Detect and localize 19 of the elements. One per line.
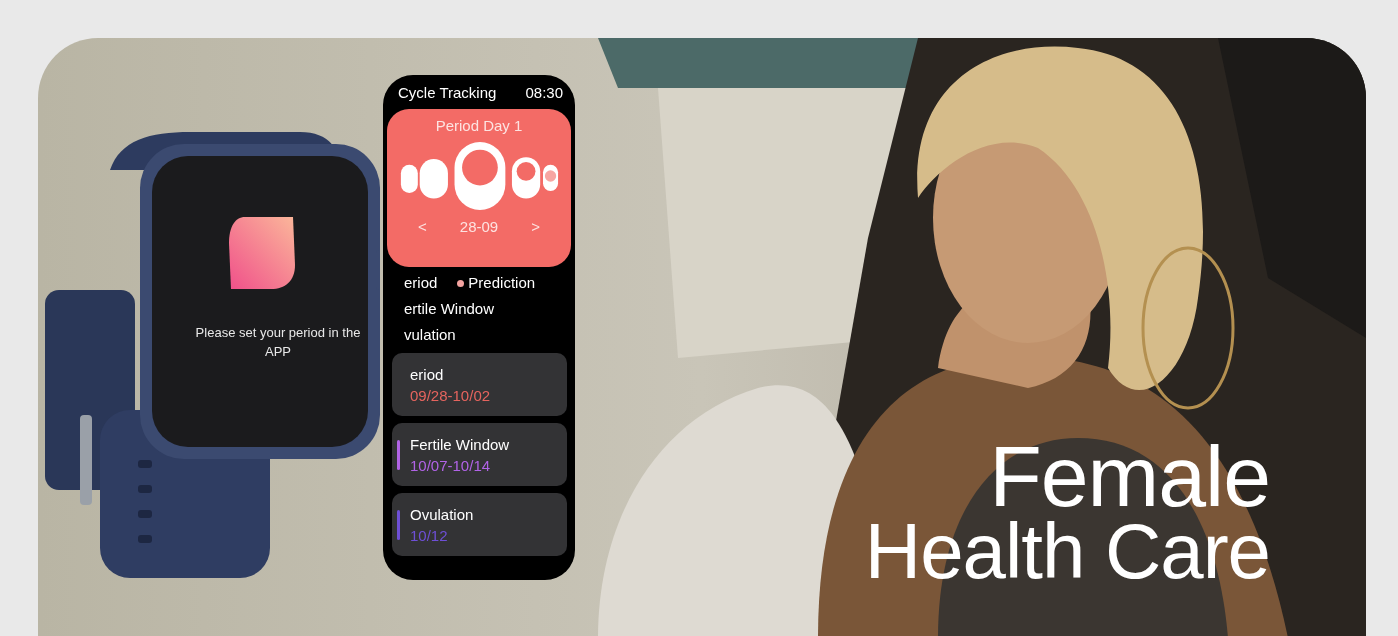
legend-label: Prediction	[468, 273, 536, 293]
next-button[interactable]: >	[527, 218, 544, 235]
date-label: 28-09	[459, 218, 499, 235]
event-title: Fertile Window	[410, 435, 511, 453]
event-dates: 10/07-10/14	[410, 456, 492, 474]
status-label: Period Day 1	[435, 117, 523, 134]
watch-message: Please set your period in the APP	[194, 324, 362, 361]
event-dates: 10/12	[410, 526, 449, 544]
headline: Health Care	[864, 518, 1270, 584]
legend-label: eriod	[404, 273, 438, 293]
app-title: Cycle Tracking	[398, 83, 497, 103]
event-dates: 09/28-10/02	[410, 386, 492, 404]
legend-label: ertile Window	[404, 299, 495, 319]
previous-button[interactable]: <	[414, 218, 431, 235]
event-title: Ovulation	[410, 505, 475, 523]
headline: Female	[989, 434, 1270, 518]
legend-label: vulation	[404, 325, 456, 345]
clock-time: 08:30	[525, 83, 563, 103]
event-title: eriod	[410, 365, 445, 383]
